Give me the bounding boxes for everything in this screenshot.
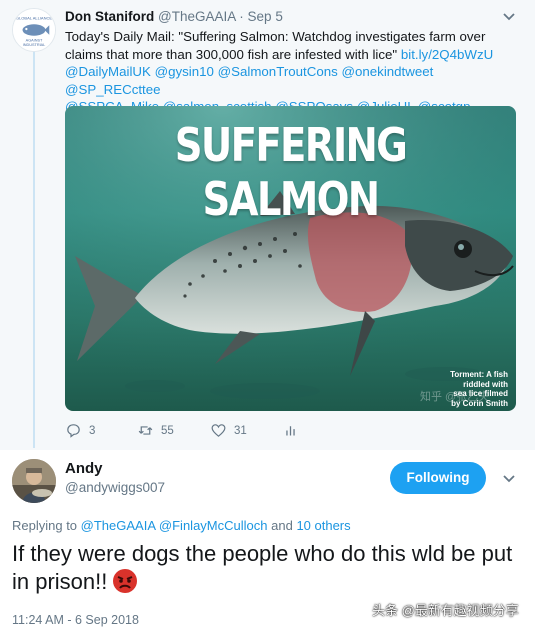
reply-timestamp[interactable]: 11:24 AM - 6 Sep 2018 xyxy=(12,613,139,627)
avatar-photo xyxy=(12,459,56,503)
separator: · xyxy=(239,9,244,24)
avatar-logo: GLOBAL ALLIANCE AGAINST INDUSTRIAL xyxy=(13,9,55,51)
chevron-down-icon[interactable] xyxy=(502,12,516,22)
avatar[interactable]: GLOBAL ALLIANCE AGAINST INDUSTRIAL xyxy=(12,8,56,52)
svg-text:INDUSTRIAL: INDUSTRIAL xyxy=(23,43,46,47)
author-handle[interactable]: @TheGAAIA xyxy=(158,9,236,24)
retweet-button[interactable]: 55 xyxy=(137,422,174,439)
site-watermark: 头条 @最新有趣视频分享 xyxy=(372,603,519,618)
tweet-text: Today's Daily Mail: "Suffering Salmon: W… xyxy=(65,28,520,116)
media-headline: SUFFERING SALMON xyxy=(174,118,408,226)
tweet-header: Don Staniford @TheGAAIA · Sep 5 xyxy=(65,9,283,24)
author-handle[interactable]: @andywiggs007 xyxy=(65,480,165,495)
following-button[interactable]: Following xyxy=(390,462,486,494)
svg-text:GLOBAL ALLIANCE: GLOBAL ALLIANCE xyxy=(16,16,52,21)
tweet-link[interactable]: bit.ly/2Q4bWzU xyxy=(401,47,493,62)
retweet-count: 55 xyxy=(161,424,174,437)
chevron-down-icon[interactable] xyxy=(502,474,516,484)
angry-face-emoji xyxy=(111,568,139,594)
reply-count: 3 xyxy=(89,424,96,437)
author-name[interactable]: Don Staniford xyxy=(65,9,154,24)
replying-to: Replying to @TheGAAIA @FinlayMcCulloch a… xyxy=(12,518,351,533)
media-watermark: 知乎 @张乙夫 xyxy=(420,391,490,403)
avatar[interactable] xyxy=(12,459,56,503)
like-count: 31 xyxy=(234,424,247,437)
replying-others[interactable]: 10 others xyxy=(296,518,350,533)
replying-and: and xyxy=(271,518,293,533)
author-name[interactable]: Andy xyxy=(65,460,103,477)
reply-button[interactable]: 3 xyxy=(65,422,95,439)
heart-icon xyxy=(211,424,226,437)
thread-line xyxy=(33,44,35,448)
reply-text: If they were dogs the people who do this… xyxy=(12,540,527,596)
media-caption-line: Torment: A fish xyxy=(450,370,508,379)
tweet-mentions-line1[interactable]: @DailyMailUK @gysin10 @SalmonTroutCons @… xyxy=(65,64,433,97)
retweet-icon xyxy=(138,426,153,435)
replying-prefix: Replying to xyxy=(12,518,78,533)
svg-text:AGAINST: AGAINST xyxy=(26,38,43,42)
original-tweet[interactable]: GLOBAL ALLIANCE AGAINST INDUSTRIAL Don S… xyxy=(0,0,535,450)
tweet-date[interactable]: Sep 5 xyxy=(248,9,283,24)
like-button[interactable]: 31 xyxy=(210,422,247,439)
replying-user[interactable]: @TheGAAIA xyxy=(81,518,156,533)
reply-icon xyxy=(67,424,80,438)
analytics-button[interactable] xyxy=(282,422,299,439)
reply-body: If they were dogs the people who do this… xyxy=(12,541,513,594)
replying-user[interactable]: @FinlayMcCulloch xyxy=(159,518,268,533)
tweet-media-image[interactable]: SUFFERING SALMON Torment: A fish riddled… xyxy=(65,106,516,411)
analytics-icon xyxy=(286,426,295,436)
